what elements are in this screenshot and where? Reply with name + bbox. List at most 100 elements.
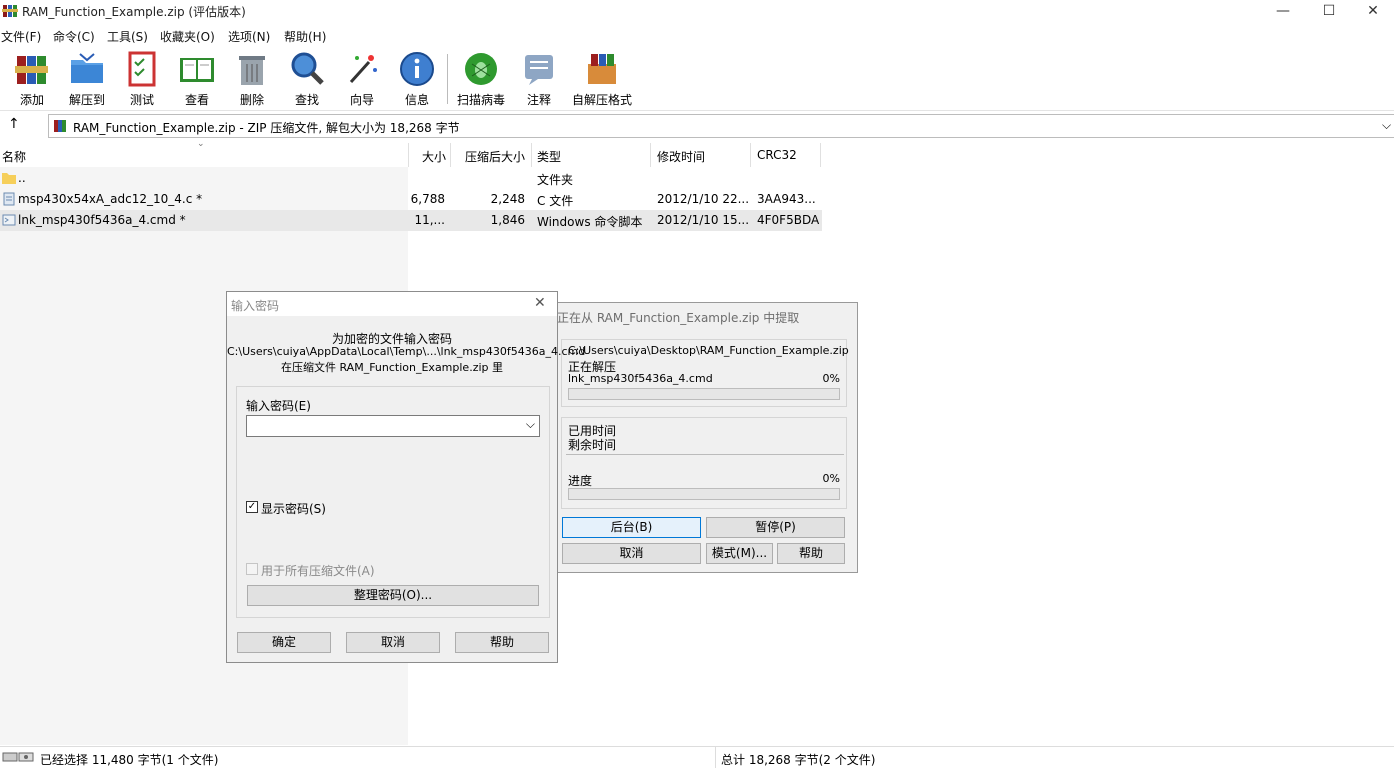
book-icon — [180, 58, 214, 82]
c-file-icon — [3, 192, 15, 206]
comment-button[interactable]: 注释 — [512, 50, 566, 108]
total-progress-percent: 0% — [822, 472, 840, 485]
address-dropdown-icon[interactable]: ⌵ — [1382, 118, 1391, 133]
file-size: 6,788 — [410, 192, 445, 206]
column-packed[interactable]: 压缩后大小 — [465, 148, 525, 165]
file-modified: 2012/1/10 15... — [657, 213, 750, 227]
window-title: RAM_Function_Example.zip (评估版本) — [22, 5, 246, 19]
column-size[interactable]: 大小 — [422, 148, 446, 165]
magic-wand-icon — [349, 55, 377, 84]
toolbar-separator — [447, 54, 448, 104]
table-row[interactable]: .. 文件夹 — [0, 168, 822, 189]
column-separator — [531, 143, 532, 167]
status-selection: 已经选择 11,480 字节(1 个文件) — [40, 753, 219, 767]
test-button[interactable]: 测试 — [115, 50, 169, 108]
password-help-button[interactable]: 帮助 — [455, 632, 549, 653]
column-type[interactable]: 类型 — [537, 148, 561, 165]
extract-time-group: 已用时间 剩余时间 进度 0% — [561, 417, 847, 509]
extract-to-button[interactable]: 解压到 — [60, 50, 114, 108]
view-label: 查看 — [184, 93, 209, 107]
menu-file[interactable]: 文件(F) — [1, 28, 41, 45]
wizard-button[interactable]: 向导 — [335, 50, 389, 108]
menu-commands[interactable]: 命令(C) — [53, 28, 95, 45]
checklist-icon — [128, 51, 156, 87]
pause-button[interactable]: 暂停(P) — [706, 517, 845, 538]
close-window-button[interactable]: ✕ — [1350, 0, 1394, 22]
organize-passwords-button[interactable]: 整理密码(O)... — [247, 585, 539, 606]
extract-cancel-button[interactable]: 取消 — [562, 543, 701, 564]
extract-archive-path: C:\Users\cuiya\Desktop\RAM_Function_Exam… — [568, 344, 849, 357]
password-dialog-title: 输入密码 — [231, 299, 280, 313]
trash-icon — [239, 56, 265, 85]
status-bar: 已经选择 11,480 字节(1 个文件) 总计 18,268 字节(2 个文件… — [0, 746, 1394, 768]
menu-tools[interactable]: 工具(S) — [107, 28, 148, 45]
find-button[interactable]: 查找 — [280, 50, 334, 108]
remaining-time-label: 剩余时间 — [568, 438, 617, 452]
extract-progress-dialog: 正在从 RAM_Function_Example.zip 中提取 C:\User… — [556, 302, 858, 573]
ok-button[interactable]: 确定 — [237, 632, 331, 653]
file-size: 11,... — [414, 213, 445, 227]
menu-options[interactable]: 选项(N) — [228, 28, 270, 45]
table-row[interactable]: msp430x54xA_adc12_10_4.c * 6,788 2,248 C… — [0, 189, 822, 210]
menu-favorites[interactable]: 收藏夹(O) — [160, 28, 215, 45]
checkbox-checked-icon: ✓ — [246, 501, 258, 513]
column-modified[interactable]: 修改时间 — [657, 148, 705, 165]
cmd-file-icon — [2, 214, 16, 226]
add-label: 添加 — [19, 93, 44, 107]
delete-button[interactable]: 删除 — [225, 50, 279, 108]
toolbar: 添加 解压到 测试 查看 删除 查找 向导 信息 扫描病毒 注释 自解压格式 — [0, 46, 1394, 111]
password-dialog-close-button[interactable]: ✕ — [534, 295, 546, 311]
column-separator — [408, 143, 409, 167]
mode-button[interactable]: 模式(M)... — [706, 543, 773, 564]
file-type: C 文件 — [537, 194, 574, 208]
sort-chevron-icon: ⌄ — [197, 139, 205, 149]
file-modified: 2012/1/10 22... — [657, 192, 750, 206]
background-button[interactable]: 后台(B) — [562, 517, 701, 538]
sfx-label: 自解压格式 — [571, 93, 632, 107]
menu-bar: 文件(F) 命令(C) 工具(S) 收藏夹(O) 选项(N) 帮助(H) — [0, 24, 1394, 46]
test-label: 测试 — [129, 93, 154, 107]
file-crc: 4F0F5BDA — [757, 213, 820, 227]
find-label: 查找 — [294, 93, 319, 107]
info-button[interactable]: 信息 — [390, 50, 444, 108]
column-name[interactable]: 名称 — [2, 148, 26, 165]
password-cancel-button[interactable]: 取消 — [346, 632, 440, 653]
file-name: .. — [18, 171, 26, 185]
minimize-button[interactable]: — — [1260, 0, 1306, 22]
extract-help-button[interactable]: 帮助 — [777, 543, 845, 564]
magnifier-icon — [291, 52, 324, 85]
winrar-app-icon — [2, 5, 18, 17]
password-file-path: C:\Users\cuiya\AppData\Local\Temp\...\ln… — [227, 345, 586, 358]
file-name: lnk_msp430f5436a_4.cmd * — [18, 213, 186, 227]
delete-label: 删除 — [239, 93, 264, 107]
address-box[interactable]: RAM_Function_Example.zip - ZIP 压缩文件, 解包大… — [48, 114, 1394, 138]
time-divider — [566, 454, 844, 455]
drive-icon — [2, 752, 34, 762]
info-icon — [400, 52, 434, 86]
virus-scan-button[interactable]: 扫描病毒 — [454, 50, 508, 108]
view-button[interactable]: 查看 — [170, 50, 224, 108]
comment-label: 注释 — [526, 93, 551, 107]
sfx-button[interactable]: 自解压格式 — [570, 50, 634, 108]
menu-help[interactable]: 帮助(H) — [284, 28, 326, 45]
virus-scan-icon — [465, 53, 497, 85]
password-dropdown-icon[interactable]: ⌵ — [526, 417, 535, 432]
add-button[interactable]: 添加 — [5, 50, 59, 108]
info-label: 信息 — [404, 93, 429, 107]
file-packed-size: 2,248 — [490, 192, 525, 206]
total-progress-label: 进度 — [568, 474, 593, 488]
maximize-button[interactable]: ☐ — [1306, 0, 1352, 22]
column-crc[interactable]: CRC32 — [757, 148, 797, 162]
file-packed-size: 1,846 — [490, 213, 525, 227]
up-arrow-icon[interactable]: ↑ — [8, 116, 24, 134]
file-progress-bar — [568, 388, 840, 400]
extract-dialog-title: 正在从 RAM_Function_Example.zip 中提取 — [557, 311, 800, 325]
table-row[interactable]: lnk_msp430f5436a_4.cmd * 11,... 1,846 Wi… — [0, 210, 822, 231]
password-dialog: 输入密码 ✕ 为加密的文件输入密码 C:\Users\cuiya\AppData… — [226, 291, 586, 663]
password-input[interactable]: ⌵ — [246, 415, 540, 437]
virus-scan-label: 扫描病毒 — [456, 93, 505, 107]
extract-file-group: C:\Users\cuiya\Desktop\RAM_Function_Exam… — [561, 339, 849, 407]
column-separator — [820, 143, 821, 167]
comment-icon — [525, 55, 553, 85]
title-bar: RAM_Function_Example.zip (评估版本) — ☐ ✕ — [0, 0, 1394, 22]
